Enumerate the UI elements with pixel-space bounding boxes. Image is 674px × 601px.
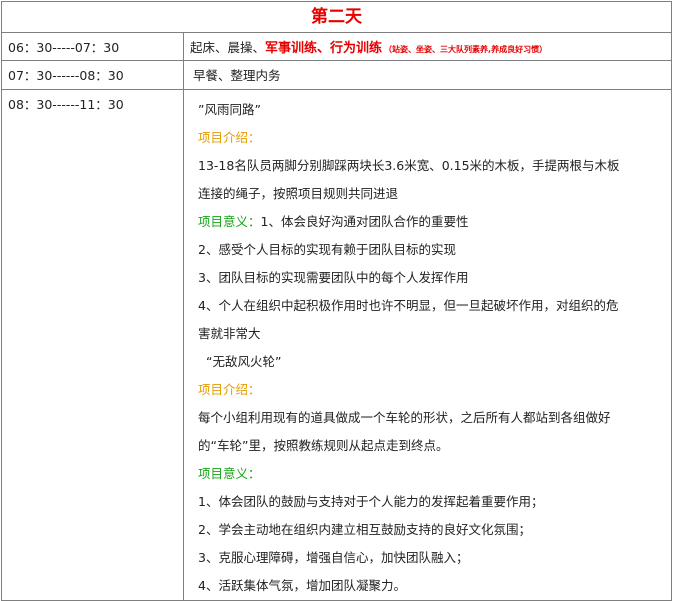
activity-highlight: 军事训练、行为训练: [265, 41, 383, 56]
activity-cell: ”风雨同路” 项目介绍： 13-18名队员两脚分别脚踩两块长3.6米宽、0.15米的…: [183, 89, 672, 601]
activity-line: 13-18名队员两脚分别脚踩两块长3.6米宽、0.15米的木板，手提两根与木板: [198, 158, 620, 173]
time-cell: 08：30------11：30: [1, 89, 184, 601]
activity-line: 项目意义：1、体会良好沟通对团队合作的重要性: [198, 208, 663, 236]
activity-line: 1、体会团队的鼓励与支持对于个人能力的发挥起着重要作用；: [198, 494, 544, 509]
activity-note: （站姿、坐姿、三大队列素养,养成良好习惯）: [384, 45, 548, 54]
activity-line: ”风雨同路”: [198, 102, 261, 117]
activity-cell: 早餐、整理内务: [183, 60, 672, 90]
activity-line: 3、克服心理障碍，增强自信心，加快团队融入；: [198, 550, 469, 565]
activity-line: 项目介绍：: [198, 382, 261, 397]
activity-line: 2、感受个人目标的实现有赖于团队目标的实现: [198, 242, 456, 257]
activity-line: 4、活跃集体气氛，增加团队凝聚力。: [198, 578, 406, 593]
table-row: 06：30-----07：30 起床、晨操、军事训练、行为训练 （站姿、坐姿、三大…: [1, 32, 672, 61]
activity-line: “无敌风火轮”: [206, 354, 282, 369]
activity-line: 连接的绳子，按照项目规则共同进退: [198, 186, 399, 201]
activity-text: 起床、晨操、: [190, 40, 266, 55]
time-cell: 06：30-----07：30: [1, 32, 184, 61]
activity-line: 项目意义：: [198, 466, 261, 481]
table-row: 08：30------11：30 ”风雨同路” 项目介绍： 13-18名队员两脚分别…: [1, 89, 672, 601]
activity-line: 的“车轮”里，按照教练规则从起点走到终点。: [198, 438, 449, 453]
table-row: 07：30------08：30 早餐、整理内务: [1, 60, 672, 90]
activity-line: 2、学会主动地在组织内建立相互鼓励支持的良好文化氛围；: [198, 522, 531, 537]
activity-line: 4、个人在组织中起积极作用时也许不明显，但一旦起破坏作用，对组织的危: [198, 298, 619, 313]
title-row: 第二天: [1, 1, 672, 33]
day-title: 第二天: [1, 1, 672, 33]
activity-lines: ”风雨同路” 项目介绍： 13-18名队员两脚分别脚踩两块长3.6米宽、0.15米的…: [184, 90, 671, 600]
activity-text: 早餐、整理内务: [193, 68, 281, 83]
activity-line: 项目介绍：: [198, 130, 261, 145]
activity-line: 害就非常大: [198, 326, 261, 341]
line-text: 1、体会良好沟通对团队合作的重要性: [260, 214, 469, 229]
schedule-table: 第二天 06：30-----07：30 起床、晨操、军事训练、行为训练 （站姿、坐…: [1, 1, 672, 601]
activity-line: 每个小组利用现有的道具做成一个车轮的形状，之后所有人都站到各组做好: [198, 410, 611, 425]
activity-line: 3、团队目标的实现需要团队中的每个人发挥作用: [198, 270, 469, 285]
time-cell: 07：30------08：30: [1, 60, 184, 90]
section-label: 项目意义：: [198, 214, 261, 229]
activity-cell: 起床、晨操、军事训练、行为训练 （站姿、坐姿、三大队列素养,养成良好习惯）: [183, 32, 672, 61]
